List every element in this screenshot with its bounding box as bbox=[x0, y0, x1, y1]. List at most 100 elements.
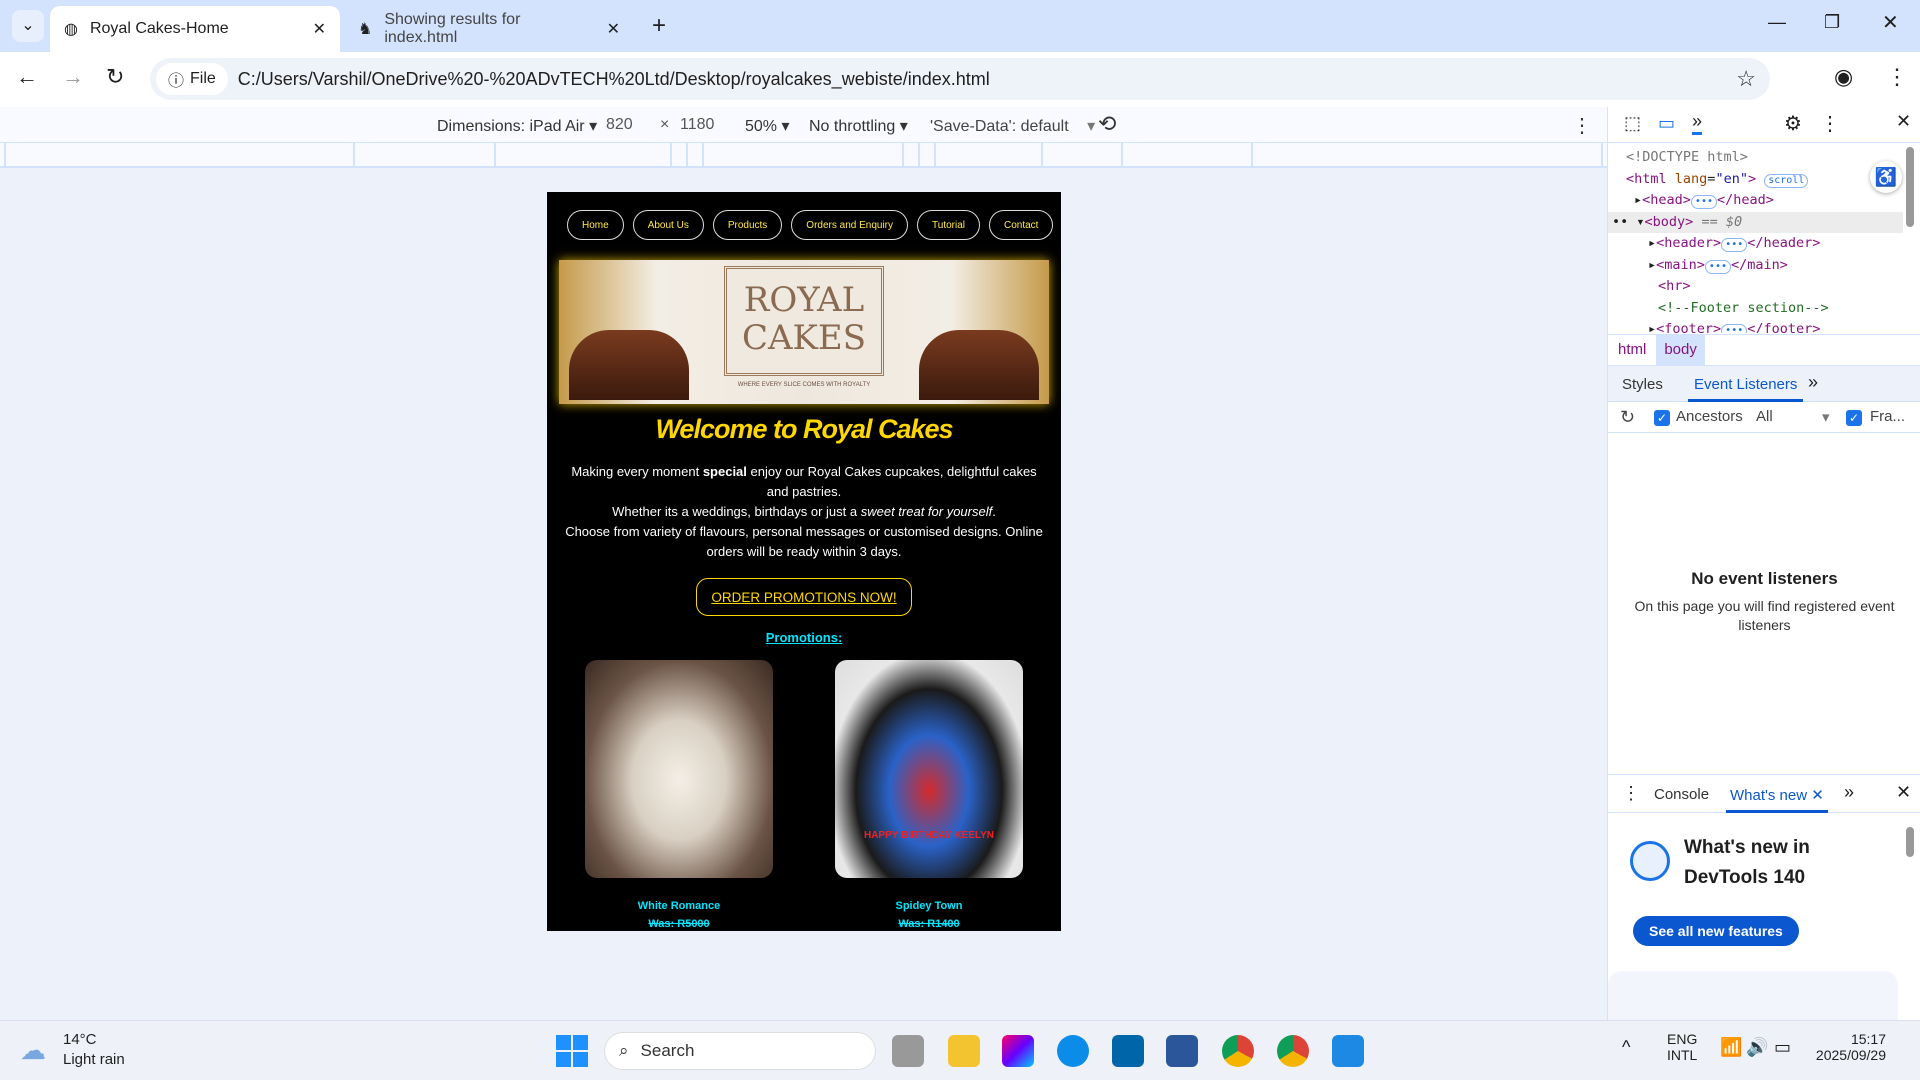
chevron-down-icon[interactable]: ▾ bbox=[1822, 408, 1830, 426]
weather-desc[interactable]: Light rain bbox=[63, 1051, 125, 1068]
back-button[interactable]: ← bbox=[16, 64, 38, 90]
close-tab-icon[interactable]: ✕ bbox=[607, 19, 620, 39]
word-icon[interactable] bbox=[1166, 1035, 1198, 1067]
device-select[interactable]: Dimensions: iPad Air ▾ bbox=[437, 116, 597, 136]
taskbar: ☁ 14°C Light rain ⌕ Search ^ ENG INTL 📶 🔊 … bbox=[0, 1020, 1920, 1080]
breadcrumb-body[interactable]: body bbox=[1656, 335, 1705, 365]
see-all-features-button[interactable]: See all new features bbox=[1633, 916, 1799, 946]
nav-about-us[interactable]: About Us bbox=[632, 210, 704, 240]
tab-search-button[interactable]: ⌄ bbox=[12, 10, 44, 42]
nav-contact[interactable]: Contact bbox=[989, 210, 1054, 240]
empty-state-title: No event listeners bbox=[1691, 569, 1838, 588]
close-devtools-icon[interactable]: ✕ bbox=[1896, 111, 1911, 132]
white-romance-image[interactable] bbox=[585, 660, 773, 878]
clock[interactable]: 15:17 2025/09/29 bbox=[1806, 1031, 1886, 1063]
nav-tutorial[interactable]: Tutorial bbox=[917, 210, 980, 240]
more-options-icon[interactable]: ⋮ bbox=[1572, 113, 1592, 138]
toolbar: ← → ↻ ⓘ File C:/Users/Varshil/OneDrive%20… bbox=[0, 52, 1920, 107]
nav-home[interactable]: Home bbox=[567, 210, 624, 240]
product-name: Spidey Town bbox=[895, 900, 963, 912]
tab-search-results[interactable]: ♞ Showing results for index.html ✕ bbox=[344, 6, 634, 52]
more-tabs-icon[interactable]: » bbox=[1844, 782, 1854, 803]
tab-event-listeners[interactable]: Event Listeners bbox=[1688, 376, 1804, 402]
info-icon: ⓘ bbox=[168, 73, 185, 90]
language-indicator[interactable]: ENG INTL bbox=[1667, 1031, 1697, 1063]
chrome-icon[interactable] bbox=[1222, 1035, 1254, 1067]
throttling-select[interactable]: No throttling ▾ bbox=[809, 116, 908, 136]
nav-products[interactable]: Products bbox=[712, 210, 783, 240]
url-text: C:/Users/Varshil/OneDrive%20-%20ADvTECH%… bbox=[237, 68, 990, 89]
feature-card bbox=[1608, 971, 1898, 1020]
empty-state-description: On this page you will find registered ev… bbox=[1634, 598, 1895, 633]
scrollbar[interactable] bbox=[1906, 147, 1914, 227]
copilot-icon[interactable] bbox=[1002, 1035, 1034, 1067]
vscode-icon[interactable] bbox=[1112, 1035, 1144, 1067]
more-tabs-icon[interactable]: » bbox=[1692, 111, 1703, 135]
refresh-icon[interactable]: ↻ bbox=[1620, 407, 1635, 428]
banner-tagline: WHERE EVERY SLICE COMES WITH ROYALTY bbox=[737, 382, 871, 388]
cake-decoration-left bbox=[569, 330, 689, 400]
ancestors-checkbox[interactable]: ✓ bbox=[1654, 410, 1670, 426]
dom-tree[interactable]: <!DOCTYPE html> <html lang="en"> scroll … bbox=[1608, 147, 1903, 333]
framework-checkbox[interactable]: ✓ bbox=[1846, 410, 1862, 426]
close-tab-icon[interactable]: ✕ bbox=[313, 19, 326, 39]
close-drawer-icon[interactable]: ✕ bbox=[1896, 782, 1911, 803]
nav-orders-enquiry[interactable]: Orders and Enquiry bbox=[791, 210, 909, 240]
device-toolbar: Dimensions: iPad Air ▾ 820 × 1180 50% ▾ … bbox=[0, 107, 1607, 143]
volume-icon[interactable]: 🔊 bbox=[1746, 1037, 1768, 1058]
accessibility-icon[interactable]: ♿ bbox=[1870, 161, 1902, 193]
menu-kebab-icon[interactable]: ⋮ bbox=[1886, 64, 1908, 90]
wifi-icon[interactable]: 📶 bbox=[1720, 1037, 1742, 1058]
paint-app-icon[interactable] bbox=[1332, 1035, 1364, 1067]
product-price: Was: R1400 bbox=[898, 918, 960, 930]
taskbar-search[interactable]: ⌕ Search bbox=[604, 1032, 876, 1070]
minimize-button[interactable]: — bbox=[1768, 12, 1786, 33]
width-input[interactable]: 820 bbox=[606, 116, 633, 134]
file-explorer-icon[interactable] bbox=[948, 1035, 980, 1067]
bookmark-star-icon[interactable]: ☆ bbox=[1736, 66, 1756, 92]
scrollbar[interactable] bbox=[1906, 827, 1914, 857]
zoom-select[interactable]: 50% ▾ bbox=[745, 116, 790, 136]
filter-select[interactable]: All bbox=[1756, 408, 1773, 425]
close-window-button[interactable]: ✕ bbox=[1882, 10, 1899, 35]
tab-styles[interactable]: Styles bbox=[1622, 376, 1663, 393]
windows-start-icon[interactable] bbox=[556, 1035, 588, 1067]
globe-icon: ◍ bbox=[64, 21, 78, 38]
new-tab-button[interactable]: + bbox=[652, 12, 666, 40]
tab-royal-cakes[interactable]: ◍ Royal Cakes-Home ✕ bbox=[50, 6, 340, 52]
tab-console[interactable]: Console bbox=[1654, 786, 1709, 803]
battery-icon[interactable]: ▭ bbox=[1774, 1037, 1791, 1058]
tab-strip: ⌄ ◍ Royal Cakes-Home ✕ ♞ Showing results… bbox=[0, 0, 1920, 52]
site-favicon-icon: ♞ bbox=[358, 21, 373, 38]
chrome-profile-icon[interactable] bbox=[1277, 1035, 1309, 1067]
order-promotions-button[interactable]: ORDER PROMOTIONS NOW! bbox=[696, 578, 912, 616]
devtools-menu-icon[interactable]: ⋮ bbox=[1820, 111, 1840, 136]
chevron-up-icon[interactable]: ^ bbox=[1622, 1037, 1630, 1058]
forward-button[interactable]: → bbox=[62, 64, 84, 90]
site-info-chip[interactable]: ⓘ File bbox=[156, 63, 228, 95]
dom-node-body[interactable]: •• ▾<body> == $0 bbox=[1608, 211, 1903, 233]
more-tabs-icon[interactable]: » bbox=[1808, 372, 1818, 393]
save-data-select[interactable]: 'Save-Data': default ▾ bbox=[930, 116, 1095, 136]
restore-button[interactable]: ❐ bbox=[1824, 12, 1840, 33]
weather-temp[interactable]: 14°C bbox=[63, 1031, 97, 1048]
scroll-badge[interactable]: scroll bbox=[1764, 173, 1809, 188]
height-input[interactable]: 1180 bbox=[680, 116, 714, 134]
address-bar[interactable]: ⓘ File C:/Users/Varshil/OneDrive%20-%20AD… bbox=[150, 58, 1770, 100]
dimension-separator: × bbox=[660, 116, 670, 133]
breadcrumb-html[interactable]: html bbox=[1608, 335, 1656, 365]
device-toggle-icon[interactable]: ▭ bbox=[1658, 113, 1675, 134]
drawer-menu-icon[interactable]: ⋮ bbox=[1622, 783, 1640, 804]
edge-icon[interactable] bbox=[1057, 1035, 1089, 1067]
profile-icon[interactable]: ◉ bbox=[1834, 64, 1853, 90]
rotate-icon[interactable]: ⟲ bbox=[1098, 111, 1116, 137]
reload-button[interactable]: ↻ bbox=[106, 64, 124, 90]
tab-whats-new[interactable]: What's new ✕ bbox=[1726, 786, 1828, 813]
spidey-town-image[interactable]: HAPPY BIRTHDAY KEELYN bbox=[835, 660, 1023, 878]
close-tab-icon[interactable]: ✕ bbox=[1811, 787, 1824, 804]
weather-cloud-icon: ☁ bbox=[20, 1035, 46, 1065]
intro-text: Making every moment special enjoy our Ro… bbox=[565, 464, 1043, 559]
inspect-element-icon[interactable]: ⬚ bbox=[1624, 113, 1641, 134]
task-view-icon[interactable] bbox=[892, 1035, 924, 1067]
settings-gear-icon[interactable]: ⚙ bbox=[1784, 111, 1802, 136]
